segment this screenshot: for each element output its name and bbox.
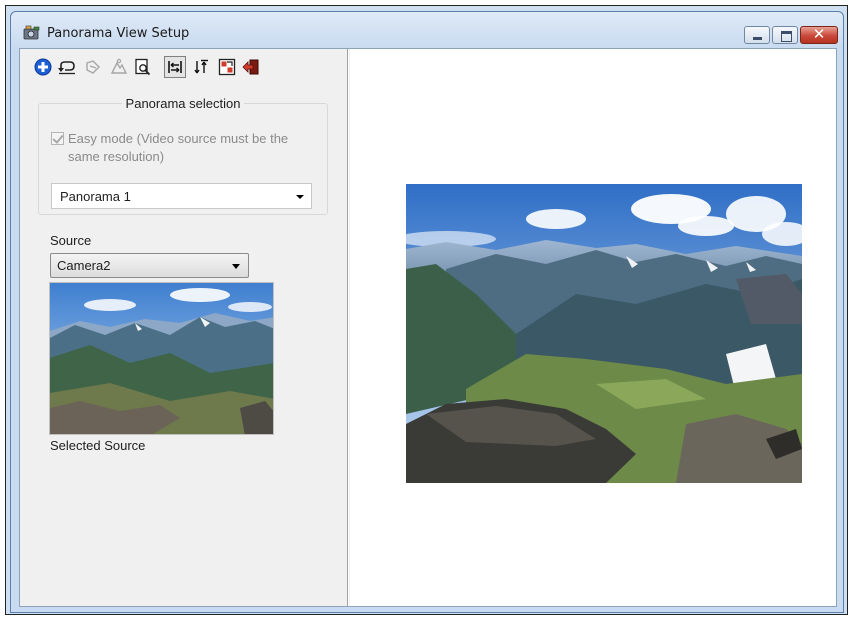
- app-camera-icon: [23, 25, 40, 40]
- panorama-selection-group: Panorama selection Easy mode (Video sour…: [38, 96, 328, 215]
- source-landscape-image: [50, 283, 273, 434]
- source-label: Source: [50, 233, 92, 248]
- easy-mode-checkbox[interactable]: [51, 132, 64, 145]
- window-title: Panorama View Setup: [47, 26, 190, 41]
- align-left-icon: [168, 61, 182, 73]
- dialog-window: Panorama View Setup ✕ Panorama selection…: [10, 11, 844, 613]
- selected-source-caption: Selected Source: [50, 438, 146, 453]
- add-button[interactable]: [32, 56, 54, 78]
- chevron-down-icon: [232, 264, 240, 269]
- panorama-dropdown-value: Panorama 1: [60, 189, 131, 204]
- preview-icon: [135, 58, 151, 76]
- close-button[interactable]: ✕: [800, 25, 838, 44]
- panorama-preview: [406, 184, 802, 483]
- add-icon: [34, 58, 52, 76]
- splitter[interactable]: [347, 49, 349, 606]
- link-button[interactable]: [82, 56, 104, 78]
- source-thumbnail: [49, 282, 274, 435]
- align-left-button[interactable]: [164, 56, 186, 78]
- client-area: Panorama selection Easy mode (Video sour…: [19, 48, 837, 607]
- panorama-landscape-image: [406, 184, 802, 483]
- link-icon: [86, 60, 100, 74]
- undo-button[interactable]: [56, 56, 78, 78]
- mountain-icon: [110, 58, 128, 74]
- toolbar: [32, 56, 332, 80]
- align-up-icon: [194, 59, 208, 74]
- grid-button[interactable]: [216, 56, 238, 78]
- undo-icon: [58, 61, 75, 75]
- mountain-button[interactable]: [108, 56, 130, 78]
- preview-panel: [350, 49, 836, 606]
- easy-mode-label: Easy mode (Video source must be the same…: [68, 131, 289, 164]
- close-icon: ✕: [812, 25, 826, 43]
- group-title: Panorama selection: [121, 96, 245, 111]
- grid-icon: [218, 58, 236, 76]
- maximize-button[interactable]: [772, 26, 798, 44]
- exit-button[interactable]: [240, 56, 262, 78]
- exit-icon: [242, 59, 259, 75]
- minimize-button[interactable]: [744, 26, 770, 44]
- source-dropdown[interactable]: Camera2: [50, 253, 249, 278]
- title-bar[interactable]: Panorama View Setup ✕: [11, 12, 843, 48]
- source-dropdown-value: Camera2: [57, 258, 111, 273]
- chevron-down-icon: [296, 195, 304, 199]
- panorama-dropdown[interactable]: Panorama 1: [51, 183, 312, 209]
- left-panel: Panorama selection Easy mode (Video sour…: [20, 49, 347, 606]
- preview-button[interactable]: [132, 56, 154, 78]
- align-vertical-button[interactable]: [190, 56, 212, 78]
